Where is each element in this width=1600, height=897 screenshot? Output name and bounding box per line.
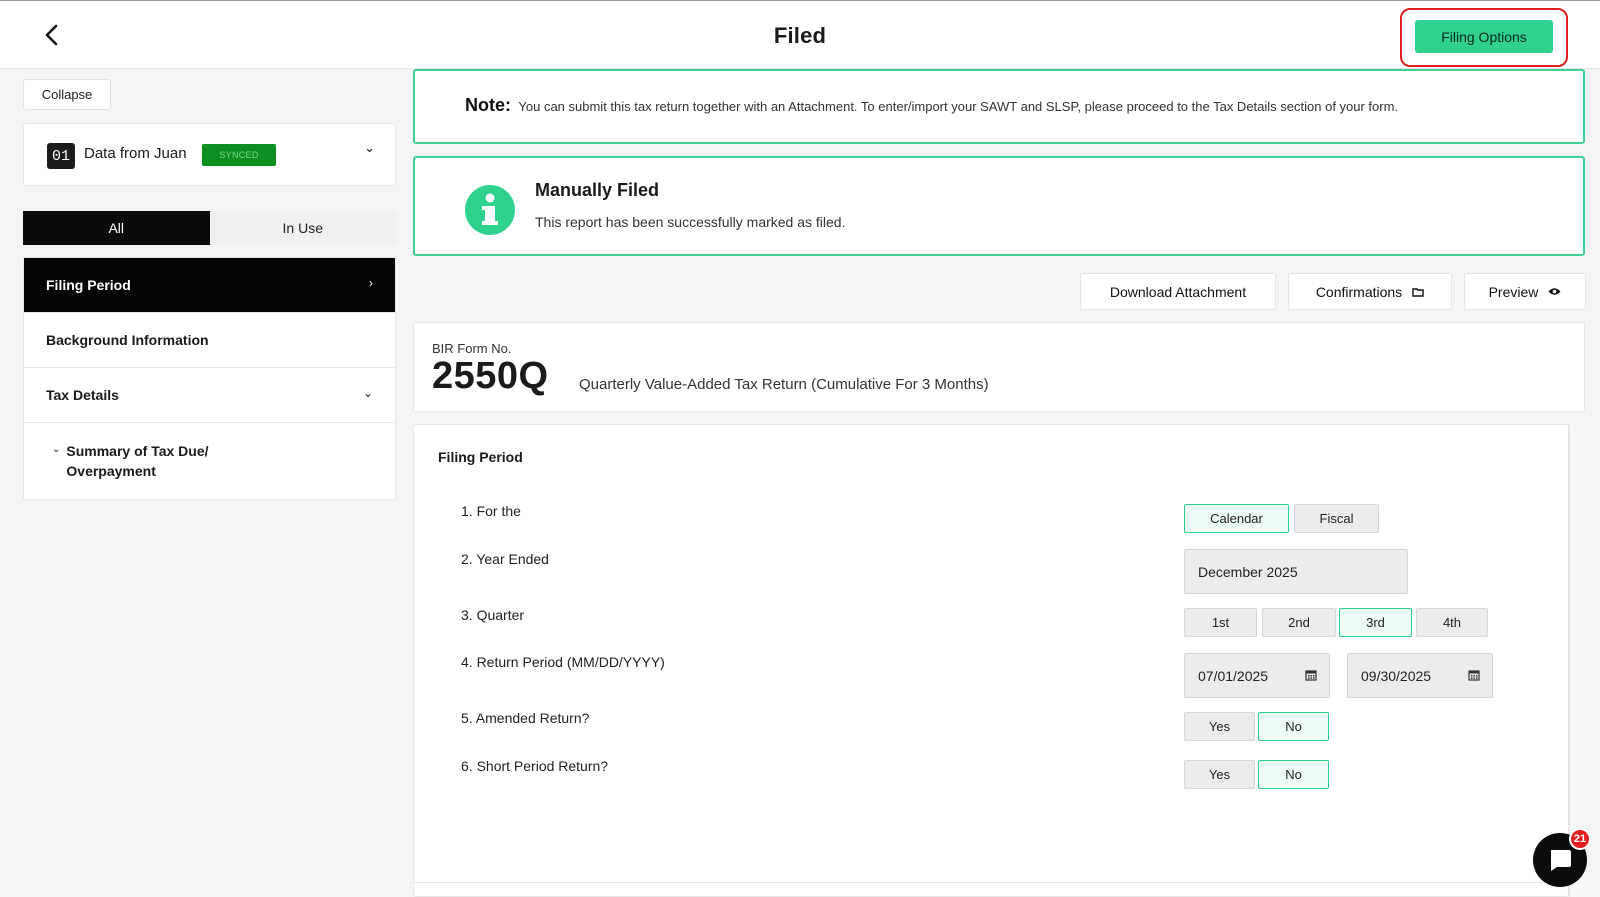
question-4-label: 4. Return Period (MM/DD/YYYY) (461, 654, 665, 670)
data-source-card[interactable]: 01 Data from Juan SYNCED ⌄ (23, 123, 396, 186)
download-attachment-label: Download Attachment (1109, 283, 1247, 300)
synced-badge: SYNCED (202, 144, 276, 166)
year-ended-field[interactable]: December 2025 (1184, 549, 1408, 594)
form-number: 2550Q (432, 355, 549, 397)
option-quarter-3rd[interactable]: 3rd (1339, 608, 1412, 637)
option-quarter-1st[interactable]: 1st (1184, 608, 1257, 637)
short-period-return-no[interactable]: No (1258, 760, 1329, 789)
return-period-to-value: 09/30/2025 (1361, 667, 1432, 684)
preview-button[interactable]: Preview (1464, 273, 1586, 310)
chevron-down-icon[interactable]: ⌄ (364, 140, 375, 156)
note-prefix: Note: (465, 95, 511, 115)
sidebar-item-label: Filing Period (46, 277, 131, 293)
page-title: Filed (773, 23, 827, 48)
sidebar-item-label-line1: Summary of Tax Due/ (66, 443, 209, 459)
return-period-from-value: 07/01/2025 (1198, 667, 1269, 684)
question-3-label: 3. Quarter (461, 607, 525, 623)
filing-options-button[interactable]: Filing Options (1415, 20, 1553, 53)
chat-notification-badge: 21 (1569, 828, 1591, 850)
collapse-button[interactable]: Collapse (23, 79, 111, 110)
chevron-right-icon: › (369, 276, 373, 290)
note-text: Note: You can submit this tax return tog… (465, 95, 1398, 116)
option-quarter-4th[interactable]: 4th (1416, 608, 1488, 637)
option-fiscal[interactable]: Fiscal (1294, 504, 1379, 533)
caret-down-icon: ⌄ (52, 444, 61, 455)
filed-status-banner: Manually Filed This report has been succ… (413, 156, 1585, 256)
sidebar-item-label: Tax Details (46, 387, 119, 403)
question-2-label: 2. Year Ended (461, 551, 549, 567)
confirmations-label: Confirmations (1315, 283, 1403, 300)
note-banner: Note: You can submit this tax return tog… (413, 69, 1585, 144)
form-header-card: BIR Form No. 2550Q Quarterly Value-Added… (413, 322, 1585, 412)
note-message: You can submit this tax return together … (518, 99, 1399, 114)
calendar-icon (1305, 670, 1317, 681)
short-period-return-yes[interactable]: Yes (1184, 760, 1255, 789)
panel-divider (413, 882, 1569, 883)
return-period-to-field[interactable]: 09/30/2025 (1347, 653, 1493, 698)
calendar-icon (1468, 670, 1480, 681)
sidebar-item-label: Summary of Tax Due/ Overpayment (66, 441, 208, 481)
confirmations-button[interactable]: Confirmations (1288, 273, 1452, 310)
chat-bubble-icon (1551, 850, 1571, 871)
amended-return-no[interactable]: No (1258, 712, 1329, 741)
eye-icon (1548, 288, 1561, 295)
form-description: Quarterly Value-Added Tax Return (Cumula… (579, 376, 989, 393)
download-attachment-button[interactable]: Download Attachment (1080, 273, 1276, 310)
sidebar-item-filing-period[interactable]: Filing Period › (24, 258, 395, 313)
filed-status-title: Manually Filed (535, 180, 660, 200)
filing-period-panel: Filing Period 1. For the Calendar Fiscal… (413, 424, 1569, 897)
question-1-label: 1. For the (461, 503, 521, 519)
sidebar-tabs: All In Use (23, 211, 396, 245)
sidebar-nav: Filing Period › Background Information T… (23, 257, 396, 500)
info-icon (465, 185, 515, 235)
panel-scrollbar[interactable] (1569, 424, 1585, 897)
sidebar-item-tax-details[interactable]: Tax Details ⌄ (24, 368, 395, 423)
amended-return-yes[interactable]: Yes (1184, 712, 1255, 741)
top-bar: Filed Filing Options (0, 0, 1600, 69)
sidebar-item-label: Background Information (46, 332, 209, 348)
preview-label: Preview (1488, 283, 1539, 300)
tab-in-use[interactable]: In Use (209, 211, 396, 245)
option-calendar[interactable]: Calendar (1184, 504, 1289, 533)
tab-all[interactable]: All (23, 211, 210, 245)
question-5-label: 5. Amended Return? (461, 710, 590, 726)
filed-status-message: This report has been successfully marked… (535, 214, 846, 230)
filing-period-title: Filing Period (438, 449, 523, 465)
data-source-label: Data from Juan (84, 145, 187, 162)
sidebar-item-summary-of-tax-due[interactable]: ⌄ Summary of Tax Due/ Overpayment (24, 423, 395, 499)
data-source-number: 01 (47, 143, 75, 169)
sidebar-item-background-information[interactable]: Background Information (24, 313, 395, 368)
option-quarter-2nd[interactable]: 2nd (1262, 608, 1336, 637)
folder-icon (1412, 287, 1424, 297)
chevron-down-icon: ⌄ (362, 386, 373, 400)
question-6-label: 6. Short Period Return? (461, 758, 609, 774)
bir-form-label: BIR Form No. (432, 341, 512, 356)
return-period-from-field[interactable]: 07/01/2025 (1184, 653, 1330, 698)
sidebar-item-label-line2: Overpayment (66, 463, 156, 479)
